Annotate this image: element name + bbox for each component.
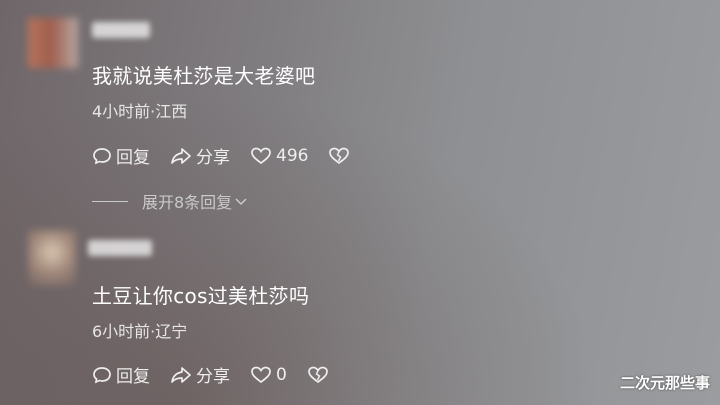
comment-2: 土豆让你cos过美杜莎吗 6小时前·辽宁 回复 分享 0 xyxy=(0,222,560,405)
share-button[interactable]: 分享 xyxy=(170,143,230,168)
comment-meta: 4小时前·江西 xyxy=(92,102,188,121)
like-button[interactable]: 496 xyxy=(250,146,308,166)
reply-button[interactable]: 回复 xyxy=(92,362,150,387)
share-button[interactable]: 分享 xyxy=(170,362,230,387)
reply-label: 回复 xyxy=(116,367,150,387)
comment-actions: 回复 分享 496 xyxy=(92,143,374,168)
share-arrow-icon xyxy=(171,366,191,383)
speech-bubble-icon xyxy=(93,147,111,164)
avatar[interactable] xyxy=(28,230,76,286)
broken-heart-icon xyxy=(307,366,328,383)
comment-1: 我就说美杜莎是大老婆吧 4小时前·江西 回复 分享 496 xyxy=(0,0,560,190)
comment-text: 我就说美杜莎是大老婆吧 xyxy=(92,64,316,88)
like-count: 0 xyxy=(276,364,287,385)
heart-icon xyxy=(251,366,271,383)
expand-divider xyxy=(92,200,128,202)
share-label: 分享 xyxy=(196,148,230,168)
chevron-down-icon xyxy=(235,198,247,206)
reply-label: 回复 xyxy=(116,148,150,168)
heart-icon xyxy=(251,147,271,164)
expand-replies-label: 展开8条回复 xyxy=(142,193,233,212)
share-label: 分享 xyxy=(196,367,230,387)
broken-heart-icon xyxy=(329,147,350,164)
avatar[interactable] xyxy=(28,18,78,68)
username-blurred[interactable] xyxy=(92,22,150,38)
share-arrow-icon xyxy=(171,147,191,164)
speech-bubble-icon xyxy=(93,366,111,383)
comment-meta: 6小时前·辽宁 xyxy=(92,322,188,341)
dislike-button[interactable] xyxy=(328,146,354,166)
dislike-button[interactable] xyxy=(307,365,333,385)
expand-replies-button[interactable]: 展开8条回复 xyxy=(92,189,248,213)
comment-text: 土豆让你cos过美杜莎吗 xyxy=(92,284,310,308)
comment-actions: 回复 分享 0 xyxy=(92,362,353,387)
username-blurred[interactable] xyxy=(88,240,152,256)
watermark: 二次元那些事 xyxy=(619,374,710,392)
reply-button[interactable]: 回复 xyxy=(92,143,150,168)
like-count: 496 xyxy=(276,145,309,166)
like-button[interactable]: 0 xyxy=(250,365,287,385)
